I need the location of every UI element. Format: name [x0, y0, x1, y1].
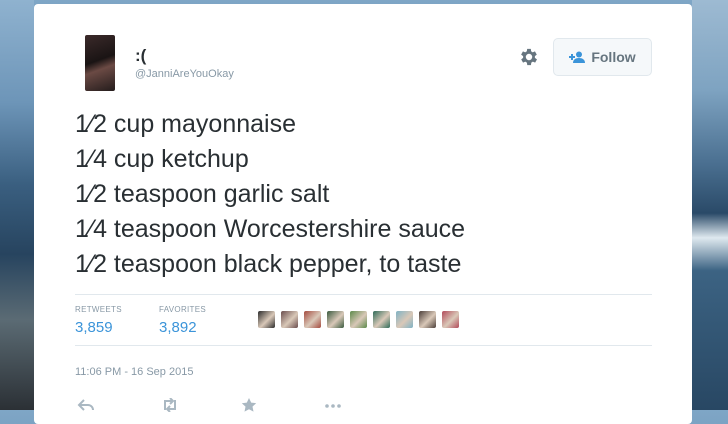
favorites-count: 3,892 — [159, 319, 197, 336]
favoriter-avatar[interactable] — [350, 311, 367, 328]
tweet-text: 1⁄2 cup mayonnaise 1⁄4 cup ketchup 1⁄2 t… — [75, 107, 465, 282]
follow-button[interactable]: Follow — [553, 38, 652, 76]
favoriter-avatars — [258, 311, 459, 328]
favoriter-avatar[interactable] — [281, 311, 298, 328]
favoriter-avatar[interactable] — [442, 311, 459, 328]
divider — [75, 345, 652, 346]
retweets-count: 3,859 — [75, 319, 113, 336]
tweet-line: 1⁄2 teaspoon garlic salt — [75, 180, 330, 208]
favoriter-avatar[interactable] — [419, 311, 436, 328]
favoriter-avatar[interactable] — [396, 311, 413, 328]
timestamp[interactable]: 11:06 PM - 16 Sep 2015 — [75, 366, 193, 378]
favorites-label: FAVORITES — [159, 305, 207, 314]
favoriter-avatar[interactable] — [258, 311, 275, 328]
tweet-line: 1⁄4 cup ketchup — [75, 145, 249, 173]
favoriter-avatar[interactable] — [327, 311, 344, 328]
user-handle[interactable]: @JanniAreYouOkay — [135, 68, 234, 80]
background-left — [0, 0, 34, 410]
divider — [75, 294, 652, 295]
favorites-stat[interactable]: FAVORITES 3,892 — [159, 305, 206, 336]
tweet-line: 1⁄2 cup mayonnaise — [75, 110, 296, 138]
retweets-stat[interactable]: RETWEETS 3,859 — [75, 305, 122, 336]
tweet-line: 1⁄2 teaspoon black pepper, to taste — [75, 250, 462, 278]
follow-label: Follow — [591, 49, 636, 65]
gear-icon[interactable] — [518, 46, 540, 68]
display-name[interactable]: :( — [135, 46, 146, 66]
add-user-icon — [569, 51, 586, 63]
avatar[interactable] — [85, 35, 115, 91]
tweet-line: 1⁄4 teaspoon Worcestershire sauce — [75, 215, 466, 243]
tweet-card: :( @JanniAreYouOkay Follow 1⁄2 cup mayon… — [34, 4, 692, 424]
background-right — [692, 0, 728, 410]
favoriter-avatar[interactable] — [373, 311, 390, 328]
retweets-label: RETWEETS — [75, 305, 122, 314]
favoriter-avatar[interactable] — [304, 311, 321, 328]
